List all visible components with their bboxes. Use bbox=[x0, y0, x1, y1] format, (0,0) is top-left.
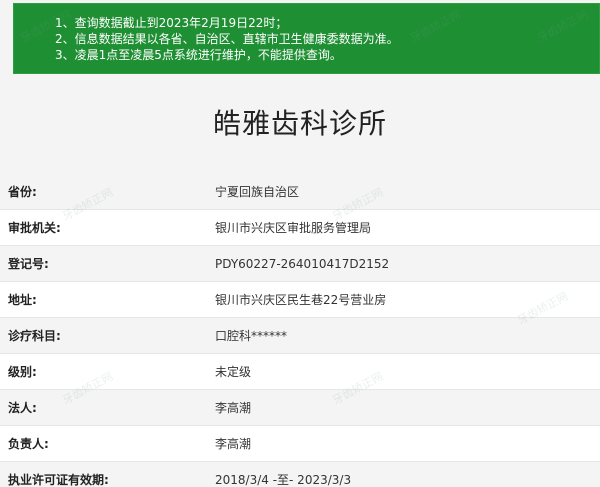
license-validity-label: 执业许可证有效期: bbox=[8, 473, 109, 487]
notice-line-2: 2、信息数据结果以各省、自治区、直辖市卫生健康委数据为准。 bbox=[55, 32, 399, 46]
departments-label: 诊疗科目: bbox=[8, 329, 61, 343]
row-address: 地址: 银川市兴庆区民生巷22号营业房 bbox=[0, 282, 600, 318]
license-validity-value: 2018/3/4 -至- 2023/3/3 bbox=[215, 473, 352, 487]
registration-number-label: 登记号: bbox=[8, 257, 49, 271]
responsible-person-label: 负责人: bbox=[8, 437, 49, 451]
province-value: 宁夏回族自治区 bbox=[215, 185, 300, 199]
page: 1、查询数据截止到2023年2月19日22时； 2、信息数据结果以各省、自治区、… bbox=[0, 0, 600, 487]
legal-person-label: 法人: bbox=[8, 401, 37, 415]
level-value: 未定级 bbox=[215, 365, 252, 379]
row-registration-number: 登记号: PDY60227-264010417D2152 bbox=[0, 246, 600, 282]
notice-line-3: 3、凌晨1点至凌晨5点系统进行维护，不能提供查询。 bbox=[55, 48, 342, 62]
row-license-validity: 执业许可证有效期: 2018/3/4 -至- 2023/3/3 bbox=[0, 462, 600, 487]
row-departments: 诊疗科目: 口腔科****** bbox=[0, 318, 600, 354]
address-value: 银川市兴庆区民生巷22号营业房 bbox=[215, 293, 387, 307]
row-legal-person: 法人: 李高潮 bbox=[0, 390, 600, 426]
clinic-info-table: 省份: 宁夏回族自治区 审批机关: 银川市兴庆区审批服务管理局 登记号: PDY… bbox=[0, 174, 600, 487]
notice-line-1: 1、查询数据截止到2023年2月19日22时； bbox=[55, 16, 288, 30]
notice-banner: 1、查询数据截止到2023年2月19日22时； 2、信息数据结果以各省、自治区、… bbox=[13, 3, 600, 74]
address-label: 地址: bbox=[8, 293, 37, 307]
responsible-person-value: 李高潮 bbox=[215, 437, 252, 451]
row-responsible-person: 负责人: 李高潮 bbox=[0, 426, 600, 462]
registration-number-value: PDY60227-264010417D2152 bbox=[215, 256, 390, 271]
approval-authority-value: 银川市兴庆区审批服务管理局 bbox=[215, 221, 372, 235]
row-level: 级别: 未定级 bbox=[0, 354, 600, 390]
legal-person-value: 李高潮 bbox=[215, 401, 252, 415]
level-label: 级别: bbox=[8, 365, 37, 379]
clinic-name-title: 皓雅齿科诊所 bbox=[212, 107, 387, 140]
province-label: 省份: bbox=[8, 185, 37, 199]
row-province: 省份: 宁夏回族自治区 bbox=[0, 174, 600, 210]
departments-value: 口腔科****** bbox=[215, 329, 288, 343]
row-approval-authority: 审批机关: 银川市兴庆区审批服务管理局 bbox=[0, 210, 600, 246]
approval-authority-label: 审批机关: bbox=[8, 221, 61, 235]
